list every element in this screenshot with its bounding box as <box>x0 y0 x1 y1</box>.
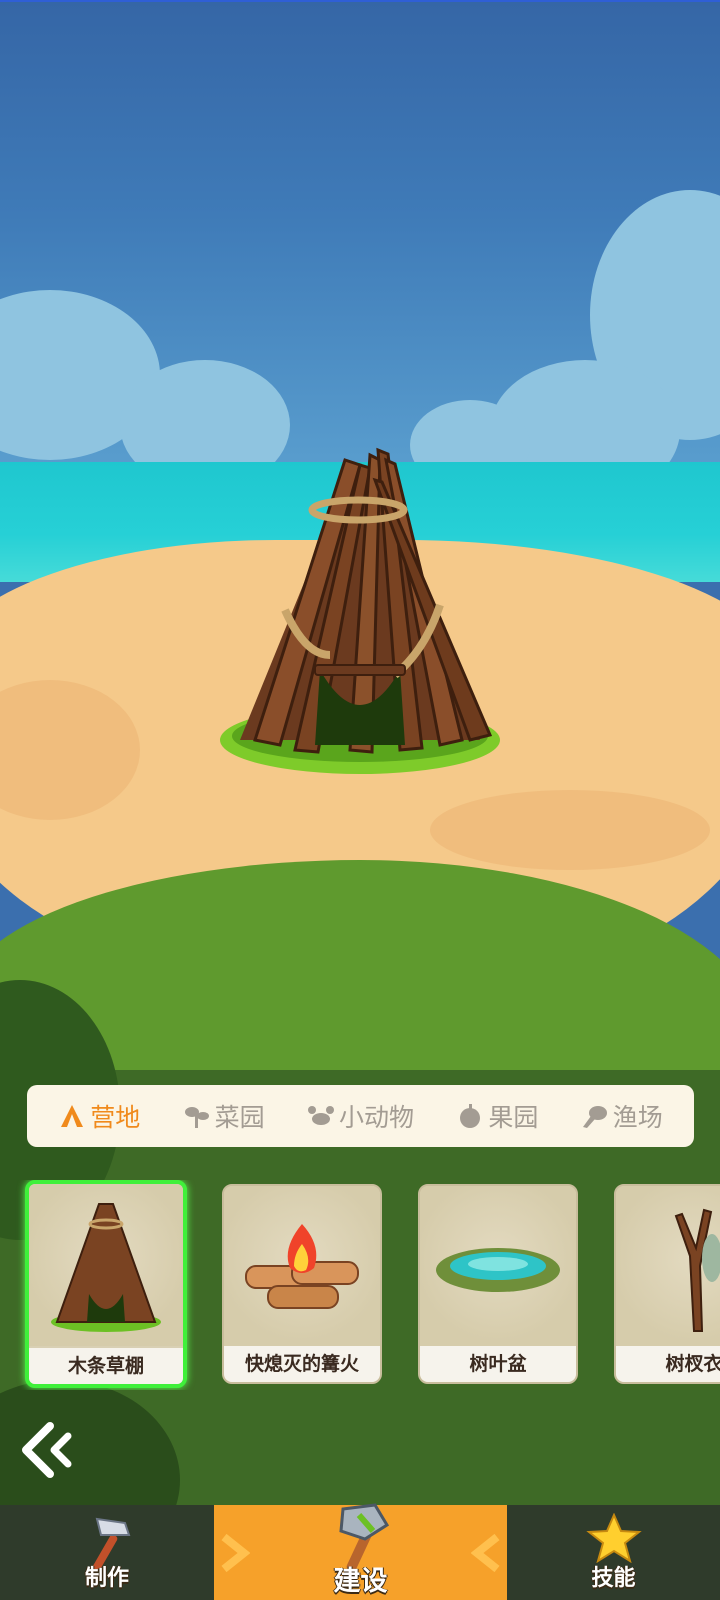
card-image <box>224 1186 380 1348</box>
sprout-icon <box>184 1107 209 1128</box>
tab-label: 渔场 <box>612 1103 663 1132</box>
wooden-hut-icon <box>51 1203 161 1332</box>
leaf-basin-icon <box>436 1248 560 1292</box>
campfire-icon <box>245 1224 359 1309</box>
nav-build[interactable]: 建设 <box>214 1503 507 1600</box>
card-image <box>616 1186 720 1348</box>
tab-small-animals[interactable]: 小动物 <box>307 1098 414 1134</box>
bottom-nav: 制作 建设 技能 <box>0 1503 720 1600</box>
tab-label: 小动物 <box>338 1103 414 1132</box>
card-label: 快熄灭的篝火 <box>224 1346 380 1382</box>
card-label: 木条草棚 <box>29 1348 183 1384</box>
fish-icon <box>582 1106 607 1128</box>
nav-label: 技能 <box>591 1566 636 1591</box>
wooden-hut[interactable] <box>200 440 520 800</box>
double-chevron-left-icon[interactable] <box>20 1420 76 1480</box>
tab-orchard[interactable]: 果园 <box>456 1098 538 1134</box>
sand-shade <box>430 790 710 870</box>
star-icon <box>585 1513 642 1563</box>
branch-rack-icon <box>674 1208 720 1332</box>
tab-fishery[interactable]: 渔场 <box>581 1098 663 1134</box>
building-card[interactable]: 快熄灭的篝火 <box>222 1184 382 1384</box>
tab-camp[interactable]: 营地 <box>58 1098 140 1134</box>
card-label: 树杈衣 <box>616 1346 720 1382</box>
card-image <box>420 1186 576 1348</box>
card-image <box>29 1184 183 1346</box>
nav-skills[interactable]: 技能 <box>507 1505 720 1600</box>
nav-craft[interactable]: 制作 <box>0 1505 214 1600</box>
nav-label: 建设 <box>333 1566 388 1597</box>
building-card[interactable]: 树叶盆 <box>418 1184 578 1384</box>
tab-label: 菜园 <box>214 1103 265 1132</box>
crab-icon <box>307 1106 334 1125</box>
tent-icon <box>61 1105 84 1127</box>
fruit-icon <box>460 1104 481 1128</box>
status-line <box>0 0 720 2</box>
tab-label: 营地 <box>90 1103 141 1132</box>
building-card-list: 木条草棚 快熄灭的篝火 树叶盆 树杈衣 <box>0 1180 720 1390</box>
nav-label: 制作 <box>84 1566 129 1591</box>
building-card[interactable]: 木条草棚 <box>25 1180 187 1388</box>
category-tabbar: 营地 菜园 小动物 果园 渔场 <box>27 1085 694 1147</box>
tab-label: 果园 <box>488 1103 539 1132</box>
card-label: 树叶盆 <box>420 1346 576 1382</box>
building-card[interactable]: 树杈衣 <box>614 1184 720 1384</box>
tab-vegetable-garden[interactable]: 菜园 <box>183 1098 265 1134</box>
